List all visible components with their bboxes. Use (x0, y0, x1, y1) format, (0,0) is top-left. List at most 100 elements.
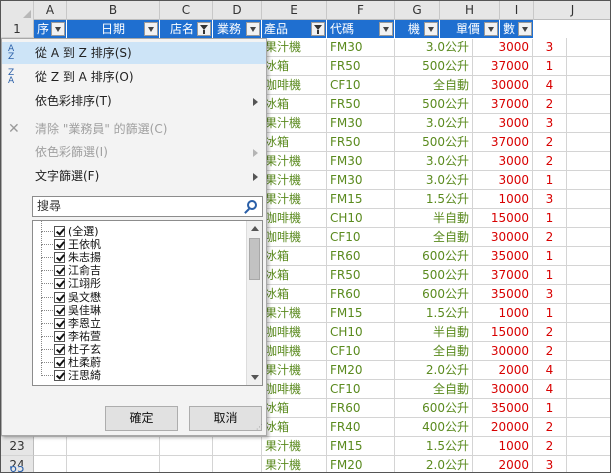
checkbox-checked[interactable] (54, 291, 65, 303)
cell-code[interactable]: FR40 (327, 418, 395, 437)
cell-qty[interactable]: 4 (533, 76, 567, 95)
cell-date[interactable] (67, 456, 160, 472)
cell-qty[interactable]: 3 (533, 38, 567, 57)
cell-code[interactable]: CH10 (327, 209, 395, 228)
cell-price[interactable]: 15000 (473, 209, 533, 228)
row-header[interactable]: 65 (1, 466, 34, 472)
cell-date[interactable] (67, 437, 160, 456)
filter-dropdown-icon[interactable] (144, 22, 158, 36)
cell-model[interactable]: 全自動 (395, 380, 473, 399)
checkbox-checked[interactable] (54, 304, 65, 316)
checkbox-checked[interactable] (54, 265, 65, 277)
cell-price[interactable]: 1000 (473, 304, 533, 323)
cell-code[interactable]: CH10 (327, 323, 395, 342)
cell-qty[interactable]: 1 (533, 57, 567, 76)
cell-qty[interactable]: 2 (533, 133, 567, 152)
cell-price[interactable]: 15000 (473, 323, 533, 342)
cell-j[interactable] (567, 285, 610, 304)
checkbox-checked[interactable] (54, 278, 65, 290)
checkbox-checked[interactable] (54, 226, 65, 237)
cell-qty[interactable]: 2 (533, 418, 567, 437)
header-seq[interactable]: 序 (34, 20, 67, 39)
cell-j[interactable] (567, 57, 610, 76)
checklist-item[interactable]: (全選) (33, 221, 245, 238)
cell-model[interactable]: 2.0公升 (395, 361, 473, 380)
cell-prod[interactable]: 冰箱 (262, 399, 327, 418)
checklist-item[interactable]: 李祐萱 (33, 323, 245, 343)
scroll-down-icon[interactable] (251, 375, 259, 380)
cell-prod[interactable]: 冰箱 (262, 285, 327, 304)
cell-price[interactable]: 35000 (473, 399, 533, 418)
checkbox-checked[interactable] (54, 370, 65, 382)
checklist-item[interactable]: 王依帆 (33, 232, 245, 251)
checkbox-checked[interactable] (54, 343, 65, 355)
checkbox-checked[interactable] (54, 252, 65, 264)
filter-dropdown-icon[interactable] (424, 22, 438, 36)
cell-prod[interactable]: 冰箱 (262, 57, 327, 76)
cell-prod[interactable]: 果汁機 (262, 456, 327, 472)
cell-j[interactable] (567, 418, 610, 437)
cell-code[interactable]: CF10 (327, 76, 395, 95)
cell-qty[interactable]: 3 (533, 114, 567, 133)
filter-dropdown-icon[interactable] (484, 22, 498, 36)
cell-price[interactable]: 37000 (473, 95, 533, 114)
cell-price[interactable]: 30000 (473, 380, 533, 399)
cell-model[interactable]: 600公升 (395, 285, 473, 304)
cell-prod[interactable]: 果汁機 (262, 38, 327, 57)
cell-price[interactable]: 20000 (473, 418, 533, 437)
column-header-h[interactable]: H (440, 1, 500, 20)
cell-model[interactable]: 500公升 (395, 95, 473, 114)
cell-qty[interactable]: 3 (533, 285, 567, 304)
cell-code[interactable]: FM30 (327, 114, 395, 133)
cell-model[interactable]: 1.5公升 (395, 190, 473, 209)
cell-qty[interactable]: 1 (533, 247, 567, 266)
header-price[interactable]: 單價 (440, 20, 500, 39)
cell-j[interactable] (567, 342, 610, 361)
cell-j[interactable] (567, 323, 610, 342)
cell-code[interactable]: FR50 (327, 266, 395, 285)
scroll-thumb[interactable] (249, 238, 260, 280)
cell-qty[interactable]: 3 (533, 456, 567, 472)
header-code[interactable]: 代碼 (327, 20, 395, 39)
cell-qty[interactable]: 2 (533, 323, 567, 342)
cell-j[interactable] (567, 133, 610, 152)
checklist-item[interactable]: 吳文懋 (33, 284, 245, 304)
cell-qty[interactable]: 1 (533, 266, 567, 285)
filter-dropdown-icon[interactable] (379, 22, 393, 36)
cell-qty[interactable]: 1 (533, 171, 567, 190)
cell-price[interactable]: 30000 (473, 342, 533, 361)
cell-store[interactable] (160, 456, 213, 472)
cell-price[interactable]: 30000 (473, 228, 533, 247)
cell-j[interactable] (567, 171, 610, 190)
cell-j[interactable] (567, 361, 610, 380)
checklist-item[interactable]: 吳佳琳 (33, 297, 245, 317)
cell-qty[interactable]: 2 (533, 228, 567, 247)
cell-seq[interactable] (34, 456, 67, 472)
cell-prod[interactable]: 果汁機 (262, 437, 327, 456)
cell-rep[interactable] (213, 437, 262, 456)
cell-code[interactable]: FM20 (327, 456, 395, 472)
cell-price[interactable]: 37000 (473, 266, 533, 285)
checklist-item[interactable]: 杜子玄 (33, 336, 245, 356)
checkbox-checked[interactable] (54, 239, 65, 251)
column-header-e[interactable]: E (262, 1, 327, 20)
cell-prod[interactable]: 咖啡機 (262, 76, 327, 95)
cell-model[interactable]: 1.5公升 (395, 437, 473, 456)
cancel-button[interactable]: 取消 (189, 406, 262, 431)
cell-rep[interactable] (213, 456, 262, 472)
column-header-g[interactable]: G (395, 1, 440, 20)
active-filter-funnel-icon[interactable] (197, 22, 211, 36)
column-header-f[interactable]: F (327, 1, 395, 20)
checklist-item[interactable]: 江翊彤 (33, 271, 245, 290)
cell-price[interactable]: 1000 (473, 437, 533, 456)
cell-code[interactable]: FR60 (327, 285, 395, 304)
cell-price[interactable]: 37000 (473, 57, 533, 76)
checkbox-checked[interactable] (54, 317, 65, 329)
cell-code[interactable]: FR50 (327, 133, 395, 152)
cell-code[interactable]: FM30 (327, 171, 395, 190)
cell-price[interactable]: 3000 (473, 38, 533, 57)
cell-price[interactable]: 30000 (473, 76, 533, 95)
text-filter-item[interactable]: 文字篩選(F) (2, 165, 266, 187)
cell-prod[interactable]: 冰箱 (262, 247, 327, 266)
cell-code[interactable]: CF10 (327, 380, 395, 399)
